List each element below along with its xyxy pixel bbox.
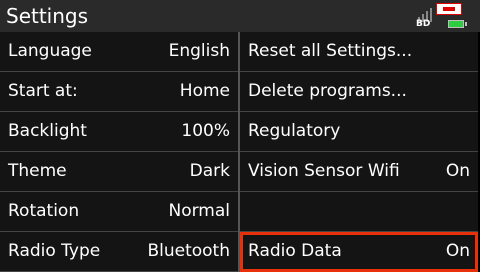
setting-rotation[interactable]: Rotation Normal [0, 192, 238, 232]
reset-all-settings-button[interactable]: Reset all Settings... [240, 32, 478, 72]
setting-value: English [168, 41, 230, 61]
setting-label: Radio Type [8, 241, 101, 261]
setting-label: Start at: [8, 81, 78, 101]
setting-label: Language [8, 41, 92, 61]
setting-label: Delete programs... [248, 81, 407, 101]
setting-language[interactable]: Language English [0, 32, 238, 72]
setting-label: Reset all Settings... [248, 41, 413, 61]
setting-radio-type[interactable]: Radio Type Bluetooth [0, 232, 238, 272]
vex-logo-icon [436, 3, 462, 15]
setting-radio-data[interactable]: Radio Data On [240, 232, 478, 272]
settings-right-column: Reset all Settings... Delete programs...… [240, 32, 478, 272]
setting-value: Bluetooth [147, 241, 230, 261]
setting-value: Normal [168, 201, 230, 221]
setting-value: 100% [181, 121, 230, 141]
setting-label: Radio Data [248, 241, 342, 261]
settings-left-column: Language English Start at: Home Backligh… [0, 32, 238, 272]
title-bar: Settings BD [0, 0, 480, 32]
empty-cell [240, 192, 478, 232]
setting-label: Backlight [8, 121, 87, 141]
setting-label: Regulatory [248, 121, 341, 141]
delete-programs-button[interactable]: Delete programs... [240, 72, 478, 112]
setting-value: Dark [189, 161, 230, 181]
setting-vision-sensor-wifi[interactable]: Vision Sensor Wifi On [240, 152, 478, 192]
settings-grid: Language English Start at: Home Backligh… [0, 32, 480, 272]
setting-label: Theme [8, 161, 67, 181]
setting-label: Vision Sensor Wifi [248, 161, 400, 181]
status-area: BD [410, 0, 480, 32]
setting-label: Rotation [8, 201, 80, 221]
page-title: Settings [6, 4, 89, 28]
setting-theme[interactable]: Theme Dark [0, 152, 238, 192]
radio-type-indicator: BD [416, 19, 431, 29]
setting-start-at[interactable]: Start at: Home [0, 72, 238, 112]
regulatory-button[interactable]: Regulatory [240, 112, 478, 152]
setting-value: On [445, 241, 470, 261]
battery-icon [448, 20, 467, 28]
setting-backlight[interactable]: Backlight 100% [0, 112, 238, 152]
setting-value: Home [179, 81, 230, 101]
setting-value: On [445, 161, 470, 181]
